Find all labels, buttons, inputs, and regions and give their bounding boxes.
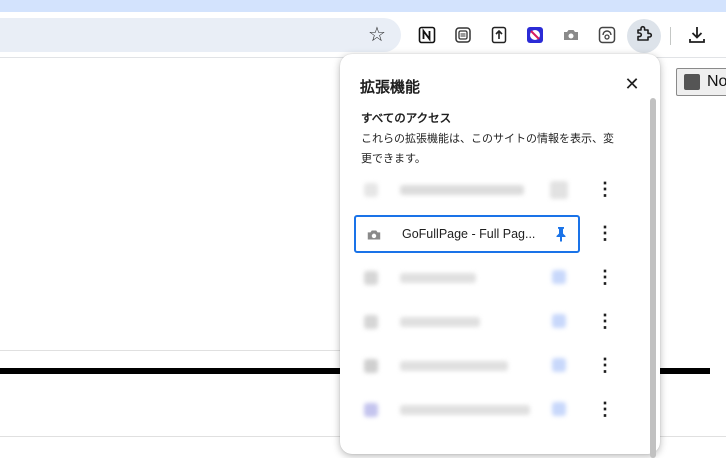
address-bar[interactable] — [0, 18, 401, 52]
extension-row[interactable] — [354, 260, 580, 296]
page-button[interactable]: No — [676, 68, 726, 96]
puzzle-icon — [634, 24, 654, 49]
extension-name — [400, 273, 476, 283]
pin-icon[interactable] — [552, 314, 566, 328]
toolbar-separator — [670, 27, 671, 45]
extension-name — [400, 405, 530, 415]
upload-icon[interactable] — [490, 26, 508, 44]
more-options-icon[interactable]: ⋮ — [596, 268, 614, 288]
screenshot-icon[interactable] — [598, 26, 616, 44]
divider — [0, 350, 340, 351]
pin-icon[interactable] — [552, 358, 566, 372]
popup-title: 拡張機能 — [360, 79, 421, 96]
cabinet-icon — [684, 74, 700, 90]
window-frame — [0, 0, 726, 12]
section-description: これらの拡張機能は、このサイトの情報を表示、変更できます。 — [361, 133, 614, 165]
notion-icon[interactable] — [418, 26, 436, 44]
close-icon[interactable]: ✕ — [622, 74, 642, 94]
extension-icon — [364, 315, 378, 329]
pin-icon[interactable] — [550, 181, 568, 199]
blocked-icon[interactable] — [526, 26, 544, 44]
pin-icon[interactable] — [552, 225, 570, 243]
camera-icon[interactable] — [562, 26, 580, 44]
section-title: すべてのアクセス — [361, 113, 452, 125]
extension-icon — [364, 183, 378, 197]
extension-icon — [364, 403, 378, 417]
extensions-popup: 拡張機能 ✕ すべてのアクセス これらの拡張機能は、このサイトの情報を表示、変更… — [340, 54, 660, 458]
browser-toolbar: ☆ — [0, 12, 726, 58]
extension-name — [400, 185, 524, 195]
extension-name: GoFullPage - Full Pag... — [402, 227, 536, 241]
more-options-icon[interactable]: ⋮ — [596, 400, 614, 420]
more-options-icon[interactable]: ⋮ — [596, 356, 614, 376]
download-icon[interactable] — [686, 24, 708, 46]
extension-row[interactable] — [354, 392, 580, 428]
extensions-button[interactable] — [627, 19, 661, 53]
extension-icon — [364, 271, 378, 285]
extension-row-gofullpage[interactable]: GoFullPage - Full Pag... — [354, 215, 580, 253]
extension-row[interactable] — [354, 348, 580, 384]
scrollbar[interactable] — [650, 98, 656, 458]
page-button-label: No — [707, 73, 726, 90]
extension-name — [400, 361, 508, 371]
camera-icon — [366, 227, 382, 243]
pin-icon[interactable] — [552, 270, 566, 284]
extension-row[interactable] — [354, 304, 580, 340]
more-options-icon[interactable]: ⋮ — [596, 224, 614, 244]
extension-icon — [364, 359, 378, 373]
pin-icon[interactable] — [552, 402, 566, 416]
extension-row[interactable] — [354, 172, 580, 208]
star-icon[interactable]: ☆ — [366, 25, 388, 47]
more-options-icon[interactable]: ⋮ — [596, 180, 614, 200]
more-options-icon[interactable]: ⋮ — [596, 312, 614, 332]
notebook-icon[interactable] — [454, 26, 472, 44]
extension-name — [400, 317, 480, 327]
